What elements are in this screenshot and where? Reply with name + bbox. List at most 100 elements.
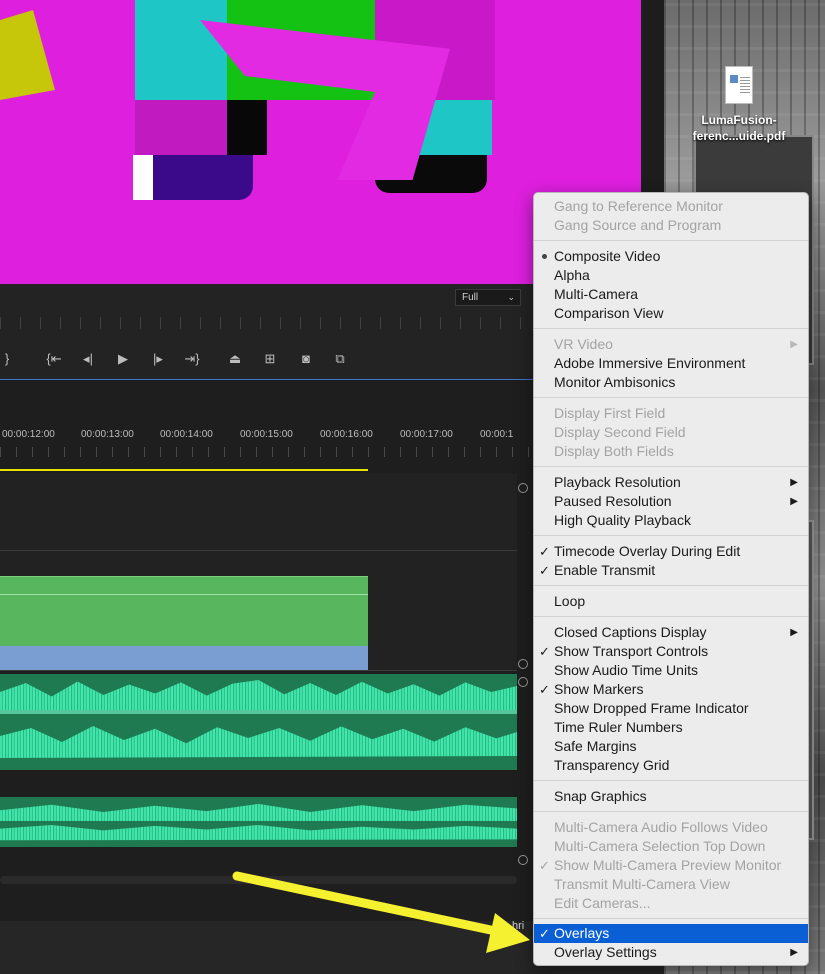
program-monitor-settings-menu: Gang to Reference Monitor Gang Source an…	[533, 192, 809, 966]
menu-item-edit-cameras: Edit Cameras...	[554, 895, 651, 911]
menu-item-playback-resolution[interactable]: Playback Resolution ▶	[534, 473, 808, 492]
status-text: hri	[512, 920, 525, 932]
video-shape	[153, 155, 253, 200]
menu-item-multi-camera[interactable]: Multi-Camera	[534, 285, 808, 304]
menu-item-high-quality-playback[interactable]: High Quality Playback	[534, 511, 808, 530]
timeline-horizontal-scrollbar[interactable]	[0, 876, 517, 884]
menu-separator	[534, 616, 808, 617]
audio-waveform	[0, 710, 517, 714]
comparison-view-icon[interactable]: ⧉	[328, 348, 352, 370]
video-clip[interactable]	[0, 576, 368, 646]
step-back-icon[interactable]: ◂|	[76, 348, 100, 370]
zoom-handle[interactable]	[518, 483, 528, 493]
transport-controls: } {⇤ ◂| ▶ |▸ ⇥} ⏏ ⊞ ◙ ⧉	[0, 348, 360, 370]
play-icon[interactable]: ▶	[111, 348, 135, 370]
audio-clip[interactable]	[0, 797, 517, 847]
menu-separator	[534, 466, 808, 467]
screen: LumaFusion- ferenc...uide.pdf Full ⌄ } {⇤…	[0, 0, 825, 974]
submenu-arrow-icon: ▶	[790, 339, 798, 350]
go-to-out-icon[interactable]: ⇥}	[180, 348, 204, 370]
menu-item-loop[interactable]: Loop	[534, 592, 808, 611]
menu-item-adobe-immersive-environment[interactable]: Adobe Immersive Environment	[534, 354, 808, 373]
video-shape	[133, 155, 153, 200]
menu-item-transmit-multicam-view: Transmit Multi-Camera View	[554, 876, 730, 892]
clip-fx-line	[0, 594, 368, 595]
checkmark-icon: ✓	[539, 563, 550, 578]
menu-item-gang-reference: Gang to Reference Monitor	[554, 198, 723, 214]
menu-separator	[534, 811, 808, 812]
menu-item-comparison-view[interactable]: Comparison View	[534, 304, 808, 323]
submenu-arrow-icon: ▶	[790, 627, 798, 638]
step-forward-icon[interactable]: |▸	[146, 348, 170, 370]
checkmark-icon: ✓	[539, 858, 550, 873]
mark-out-icon[interactable]: }	[0, 348, 14, 370]
work-area-bar[interactable]	[0, 469, 368, 471]
menu-item-display-both-fields: Display Both Fields	[554, 443, 674, 459]
menu-separator	[534, 535, 808, 536]
menu-item-show-transport-controls[interactable]: ✓ Show Transport Controls	[534, 642, 808, 661]
menu-item-vr-video: VR Video ▶	[554, 336, 798, 352]
audio-clip[interactable]	[0, 674, 517, 770]
timecode-label: 00:00:12:00	[2, 429, 55, 440]
timecode-label: 00:00:1	[480, 429, 514, 440]
menu-item-closed-captions-display[interactable]: Closed Captions Display ▶	[534, 623, 808, 642]
submenu-arrow-icon: ▶	[790, 496, 798, 507]
menu-item-composite-video[interactable]: Composite Video	[534, 247, 808, 266]
menu-item-show-multicam-preview-monitor: ✓ Show Multi-Camera Preview Monitor	[539, 857, 782, 873]
desktop-pdf-file[interactable]: LumaFusion- ferenc...uide.pdf	[664, 66, 814, 144]
video-shape	[135, 0, 227, 100]
audio-waveform	[0, 825, 517, 841]
menu-item-timecode-overlay[interactable]: ✓ Timecode Overlay During Edit	[534, 542, 808, 561]
lift-icon[interactable]: ⏏	[223, 348, 247, 370]
menu-item-alpha[interactable]: Alpha	[534, 266, 808, 285]
zoom-handle[interactable]	[518, 855, 528, 865]
menu-item-time-ruler-numbers[interactable]: Time Ruler Numbers	[534, 718, 808, 737]
timeline-ruler[interactable]: 00:00:12:00 00:00:13:00 00:00:14:00 00:0…	[0, 381, 532, 469]
chevron-down-icon: ⌄	[507, 292, 515, 302]
menu-separator	[534, 780, 808, 781]
menu-item-show-audio-time-units[interactable]: Show Audio Time Units	[534, 661, 808, 680]
menu-item-gang-source-program: Gang Source and Program	[554, 217, 722, 233]
submenu-arrow-icon: ▶	[790, 947, 798, 958]
checkmark-icon: ✓	[539, 544, 550, 559]
menu-item-paused-resolution[interactable]: Paused Resolution ▶	[534, 492, 808, 511]
monitor-time-ruler[interactable]	[0, 317, 532, 329]
zoom-handle[interactable]	[518, 659, 528, 669]
menu-item-display-first-field: Display First Field	[554, 405, 666, 421]
menu-item-show-markers[interactable]: ✓ Show Markers	[534, 680, 808, 699]
menu-item-display-second-field: Display Second Field	[554, 424, 686, 440]
submenu-arrow-icon: ▶	[790, 477, 798, 488]
audio-waveform	[0, 726, 517, 758]
menu-item-transparency-grid[interactable]: Transparency Grid	[534, 756, 808, 775]
export-frame-camera-icon[interactable]: ◙	[294, 348, 318, 370]
timecode-label: 00:00:16:00	[320, 429, 373, 440]
pdf-file-icon	[725, 66, 753, 104]
track-divider	[0, 670, 517, 671]
menu-item-enable-transmit[interactable]: ✓ Enable Transmit	[534, 561, 808, 580]
audio-waveform	[0, 680, 517, 710]
zoom-handle[interactable]	[518, 677, 528, 687]
timecode-label: 00:00:14:00	[160, 429, 213, 440]
playback-resolution-select[interactable]: Full ⌄	[455, 289, 521, 306]
extract-icon[interactable]: ⊞	[258, 348, 282, 370]
desktop-file-name: LumaFusion- ferenc...uide.pdf	[692, 113, 786, 143]
menu-separator	[534, 397, 808, 398]
menu-item-snap-graphics[interactable]: Snap Graphics	[534, 787, 808, 806]
checkmark-icon: ✓	[539, 682, 550, 697]
go-to-in-icon[interactable]: {⇤	[42, 348, 66, 370]
menu-item-monitor-ambisonics[interactable]: Monitor Ambisonics	[534, 373, 808, 392]
menu-item-show-dropped-frame-indicator[interactable]: Show Dropped Frame Indicator	[534, 699, 808, 718]
menu-item-overlays[interactable]: ✓ Overlays	[534, 924, 808, 943]
menu-separator	[534, 328, 808, 329]
menu-separator	[534, 585, 808, 586]
ruler-ticks	[0, 447, 532, 457]
timeline-vertical-zoom-bar[interactable]	[517, 473, 532, 865]
menu-item-overlay-settings[interactable]: Overlay Settings ▶	[534, 943, 808, 962]
menu-item-safe-margins[interactable]: Safe Margins	[534, 737, 808, 756]
menu-separator	[534, 240, 808, 241]
timecode-label: 00:00:17:00	[400, 429, 453, 440]
video-clip-lower[interactable]	[0, 646, 368, 670]
track-divider	[0, 550, 517, 551]
video-shape	[135, 100, 227, 155]
video-shape	[0, 10, 55, 100]
